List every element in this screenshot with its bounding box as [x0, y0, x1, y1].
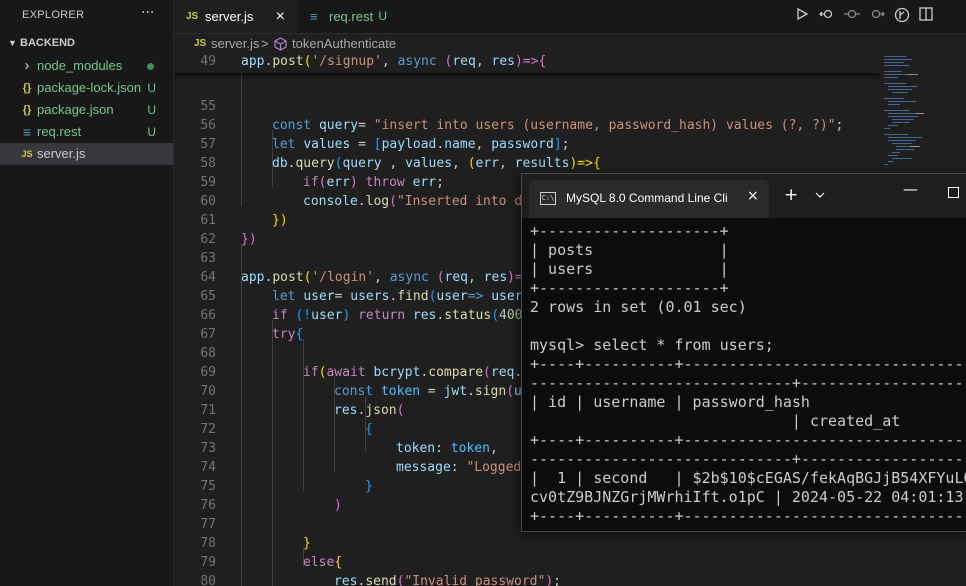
maximize-icon[interactable]	[948, 187, 959, 198]
breadcrumb: JS server.js > tokenAuthenticate	[174, 34, 874, 54]
minimize-icon[interactable]: —	[903, 180, 918, 198]
tab-label: req.rest	[329, 9, 374, 24]
untracked-badge: U	[147, 81, 156, 95]
sticky-scroll-line[interactable]: 49 app.post('/signup', async (req, res)=…	[174, 54, 880, 73]
rest-file-icon: ≡	[22, 124, 32, 140]
go-forward-icon[interactable]	[868, 7, 886, 25]
chevron-right-icon: ›	[24, 57, 30, 74]
breadcrumb-symbol[interactable]: tokenAuthenticate	[292, 34, 396, 54]
tree-item-label: server.js	[37, 146, 86, 161]
terminal-line: | posts |	[530, 241, 729, 259]
tree-item-node-modules[interactable]: › node_modules	[0, 55, 173, 77]
terminal-line: +----+----------+-----------------------…	[530, 431, 966, 449]
commit-icon[interactable]	[843, 7, 861, 25]
rest-file-icon: ≡	[310, 9, 318, 24]
terminal-tab-title: MySQL 8.0 Command Line Cli	[566, 191, 728, 205]
code-line-79: 79 res.send("Invalid password");	[200, 555, 561, 586]
code-line-55: 55 const query= "insert into users (user…	[200, 99, 844, 133]
code-line-58: 58 if(err) throw err;	[200, 156, 444, 190]
explorer-sidebar: EXPLORER ··· ▼ BACKEND › node_modules {} …	[0, 0, 174, 586]
close-icon[interactable]: ×	[276, 0, 285, 33]
tab-server-js[interactable]: JS server.js ×	[174, 0, 297, 33]
terminal-line: -----------------------------+----------…	[530, 374, 966, 392]
terminal-line: | created_at	[530, 412, 901, 430]
terminal-line: +----+----------+-----------------------…	[530, 507, 966, 525]
js-file-icon: JS	[186, 11, 199, 22]
chevron-down-icon[interactable]	[815, 188, 825, 201]
tree-item-label: req.rest	[37, 124, 82, 139]
terminal-line: +--------------------+	[530, 222, 729, 240]
breadcrumb-separator: >	[261, 36, 269, 51]
tree-item-server-js[interactable]: JS server.js	[0, 143, 173, 165]
git-graph-icon[interactable]	[893, 7, 911, 25]
modified-dot-icon	[147, 63, 154, 70]
code-line-59: 59 console.log("Inserted into database",…	[200, 175, 671, 209]
more-actions-icon[interactable]: ···	[141, 5, 154, 21]
mysql-terminal-window[interactable]: C:\ MySQL 8.0 Command Line Cli × + — +--…	[521, 173, 966, 532]
terminal-line: | id | username | password_hash	[530, 393, 810, 411]
tree-item-label: package-lock.json	[37, 80, 142, 95]
explorer-title: EXPLORER	[22, 9, 85, 21]
code-line: app.post('/signup', async (req, res)=>{	[241, 54, 547, 69]
terminal-line: 2 rows in set (0.01 sec)	[530, 298, 747, 316]
file-tree: › node_modules {} package-lock.json U {}…	[0, 55, 173, 165]
folder-label: BACKEND	[20, 37, 75, 49]
json-file-icon: {}	[22, 104, 32, 116]
terminal-tab[interactable]: C:\ MySQL 8.0 Command Line Cli ×	[529, 180, 769, 218]
tree-item-label: package.json	[37, 102, 114, 117]
terminal-line: mysql> select * from users;	[530, 336, 774, 354]
tree-item-label: node_modules	[37, 58, 123, 73]
terminal-line: -----------------------------+----------…	[530, 450, 966, 468]
terminal-output[interactable]: +--------------------+ | posts | | users…	[522, 218, 966, 531]
json-file-icon: {}	[22, 82, 32, 94]
editor-tab-bar: JS server.js × ≡ req.rest U	[174, 0, 966, 34]
js-file-icon: JS	[194, 38, 207, 49]
go-back-icon[interactable]	[818, 7, 836, 25]
terminal-line: cv0tZ9BJNZGrjMWrhiIft.o1pC | 2024-05-22 …	[530, 488, 964, 506]
breadcrumb-file[interactable]: server.js	[211, 34, 259, 54]
new-tab-icon[interactable]: +	[784, 185, 798, 205]
split-editor-icon[interactable]	[917, 7, 935, 25]
close-icon[interactable]: ×	[747, 188, 759, 204]
terminal-titlebar[interactable]: C:\ MySQL 8.0 Command Line Cli × + —	[522, 174, 966, 218]
tab-req-rest[interactable]: ≡ req.rest U	[298, 0, 399, 33]
line-number: 49	[200, 54, 216, 69]
tree-item-package-json[interactable]: {} package.json U	[0, 99, 173, 121]
untracked-badge: U	[378, 9, 387, 23]
code-line-56: 56 let values = [payload.name, password]…	[200, 118, 570, 152]
folder-backend[interactable]: ▼ BACKEND	[8, 37, 75, 49]
terminal-line: +----+----------+-----------------------…	[530, 355, 966, 373]
code-line-80: 80 }	[200, 574, 216, 586]
run-icon[interactable]	[793, 7, 811, 25]
terminal-line: | users |	[530, 260, 729, 278]
js-file-icon: JS	[21, 149, 33, 159]
tree-item-package-lock[interactable]: {} package-lock.json U	[0, 77, 173, 99]
code-line-57: 57 db.query(query , values, (err, result…	[200, 137, 601, 171]
untracked-badge: U	[147, 103, 156, 117]
command-prompt-icon: C:\	[540, 192, 556, 205]
terminal-line: +--------------------+	[530, 279, 729, 297]
terminal-line: | 1 | second | $2b$10$cEGAS/fekAqBGJjB54…	[530, 469, 966, 487]
tab-label: server.js	[205, 9, 254, 24]
untracked-badge: U	[147, 125, 156, 139]
tree-item-req-rest[interactable]: ≡ req.rest U	[0, 121, 173, 143]
minimap-preview	[884, 56, 924, 165]
chevron-down-icon: ▼	[8, 38, 17, 48]
